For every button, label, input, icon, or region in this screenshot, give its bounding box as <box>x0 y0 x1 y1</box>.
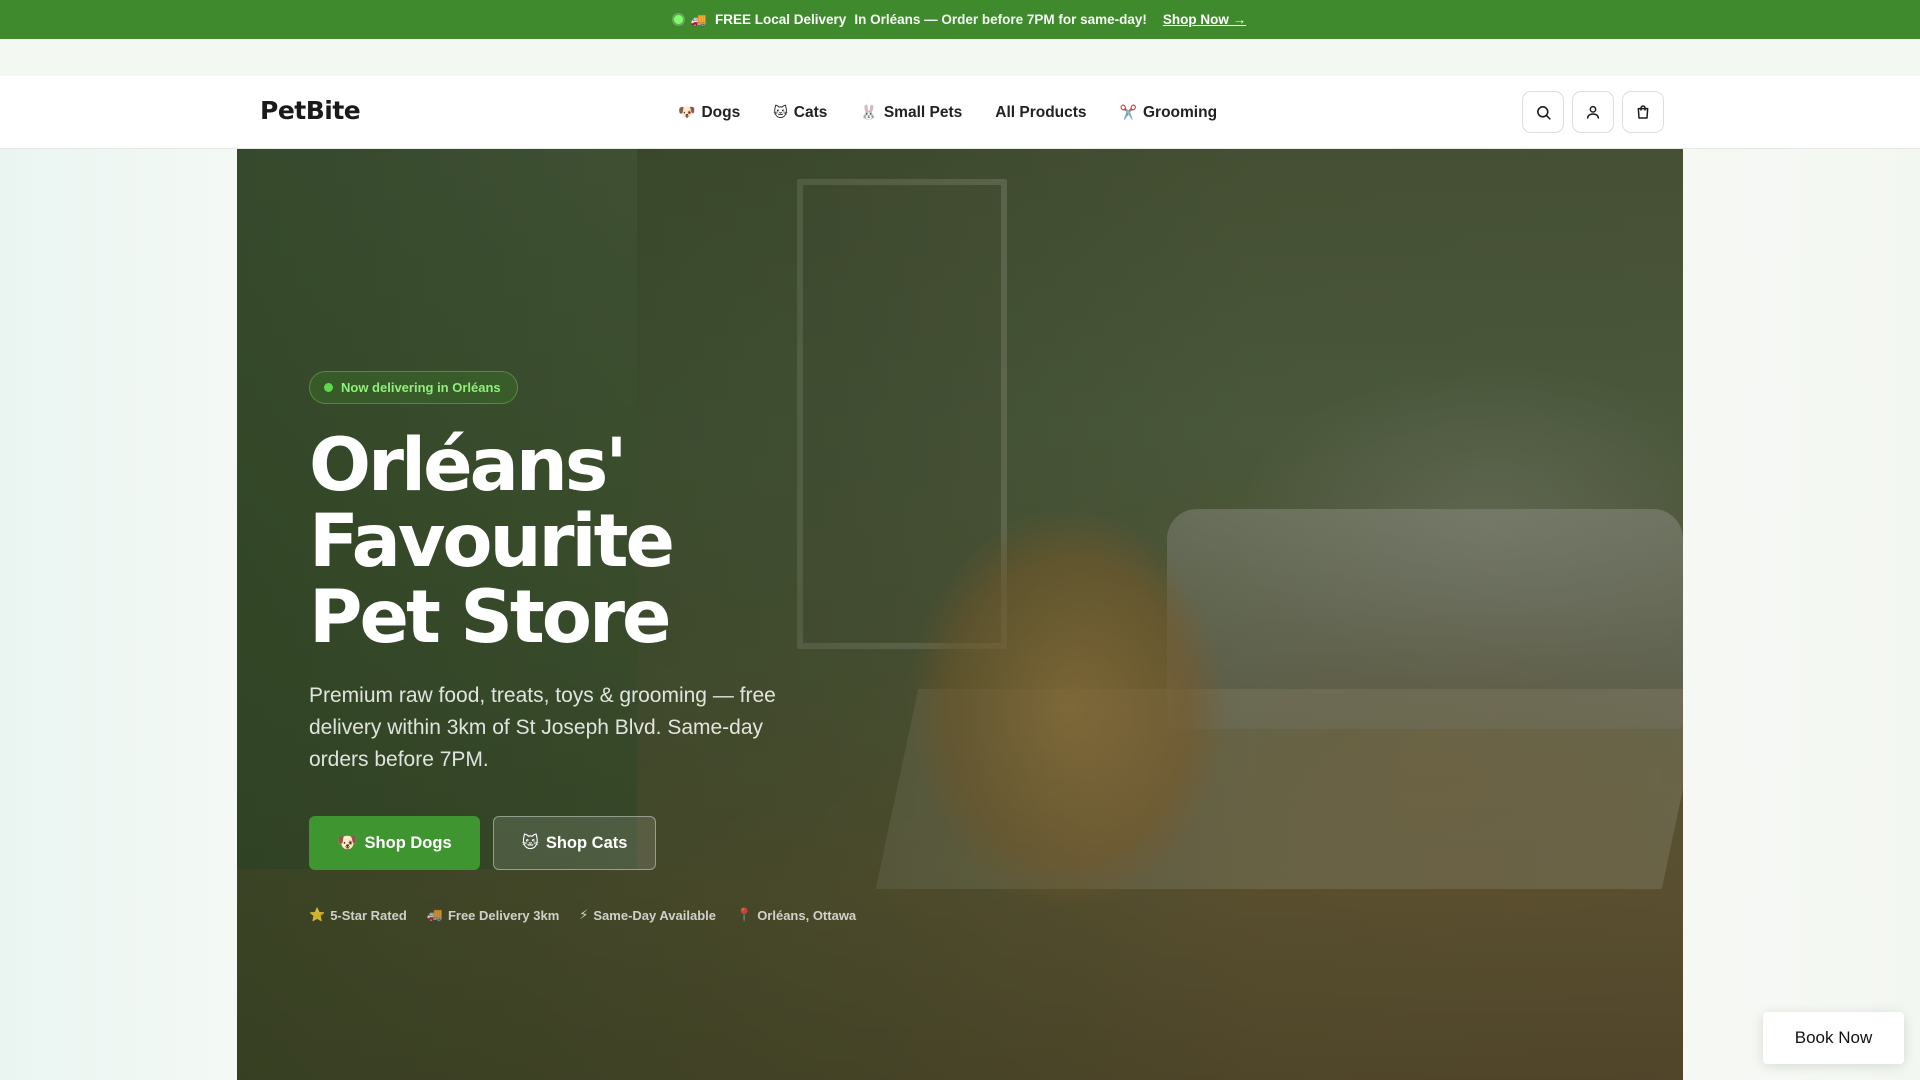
hero-subtext: Premium raw food, treats, toys & groomin… <box>309 684 776 771</box>
trust-item-same-day: ⚡ Same-Day Available <box>579 907 716 923</box>
shop-dogs-button[interactable]: 🐶 Shop Dogs <box>309 816 480 870</box>
header-spacer <box>0 39 1920 76</box>
site-logo[interactable]: PetBite <box>260 96 361 125</box>
nav-item-grooming[interactable]: ✂️ Grooming <box>1120 104 1218 122</box>
announcement-bar: 🚚 FREE Local Delivery In Orléans — Order… <box>0 0 1920 39</box>
cart-button[interactable] <box>1622 91 1664 133</box>
hero-cta-row: 🐶 Shop Dogs 🐱 Shop Cats <box>309 816 1009 870</box>
nav-item-cats[interactable]: 🐱 Cats <box>773 104 827 122</box>
button-label: Shop Dogs <box>364 833 452 852</box>
live-dot-icon <box>673 15 683 24</box>
truck-icon: 🚚 <box>426 907 443 922</box>
trust-item-delivery: 🚚 Free Delivery 3km <box>427 907 559 923</box>
star-icon: ⭐ <box>309 907 326 922</box>
nav-item-small-pets[interactable]: 🐰 Small Pets <box>860 104 962 122</box>
scissors-icon: ✂️ <box>1119 104 1137 120</box>
search-button[interactable] <box>1522 91 1564 133</box>
headline-line-2: Pet Store <box>309 575 671 660</box>
user-icon <box>1586 105 1600 119</box>
cat-icon: 🐱 <box>773 104 788 120</box>
trust-label: Same-Day Available <box>593 907 716 923</box>
lightning-icon: ⚡ <box>579 907 589 922</box>
account-button[interactable] <box>1572 91 1614 133</box>
pin-icon: 📍 <box>736 907 753 922</box>
nav-item-label: Small Pets <box>883 103 963 121</box>
dog-icon: 🐶 <box>337 833 358 852</box>
site-header: PetBite 🐶 Dogs 🐱 Cats 🐰 Small Pets All P… <box>0 76 1920 149</box>
nav-item-dogs[interactable]: 🐶 Dogs <box>678 104 740 122</box>
nav-item-label: Cats <box>793 103 828 121</box>
trust-label: Free Delivery 3km <box>447 907 560 923</box>
nav-item-label: Grooming <box>1142 103 1218 121</box>
hero-headline: Orléans' Favourite Pet Store <box>309 428 1009 656</box>
nav-item-all-products[interactable]: All Products <box>995 104 1086 122</box>
truck-icon: 🚚 <box>690 11 708 27</box>
button-label: Shop Cats <box>545 833 628 852</box>
delivery-badge: Now delivering in Orléans <box>309 371 518 404</box>
dog-icon: 🐶 <box>678 104 696 120</box>
trust-item-location: 📍 Orléans, Ottawa <box>736 907 856 923</box>
hero-section: Now delivering in Orléans Orléans' Favou… <box>237 149 1683 1080</box>
trust-row: ⭐ 5-Star Rated 🚚 Free Delivery 3km ⚡ Sam… <box>309 907 1009 923</box>
live-dot-icon <box>324 383 333 392</box>
trust-item-rating: ⭐ 5-Star Rated <box>309 907 407 923</box>
announcement-text: In Orléans — Order before 7PM for same-d… <box>854 12 1147 27</box>
announcement-shop-now-link[interactable]: Shop Now → <box>1163 12 1246 27</box>
rabbit-icon: 🐰 <box>860 104 878 120</box>
shop-cats-button[interactable]: 🐱 Shop Cats <box>492 816 657 870</box>
badge-label: Now delivering in Orléans <box>341 380 501 395</box>
announcement-highlight: FREE Local Delivery <box>715 12 847 27</box>
cat-icon: 🐱 <box>521 834 539 852</box>
cart-icon <box>1637 105 1649 119</box>
book-now-button[interactable]: Book Now <box>1763 1012 1904 1064</box>
headline-line-1: Orléans' Favourite <box>309 423 675 584</box>
hero-content: Now delivering in Orléans Orléans' Favou… <box>309 371 1009 923</box>
nav-item-label: All Products <box>995 103 1087 121</box>
main-nav: 🐶 Dogs 🐱 Cats 🐰 Small Pets All Products … <box>678 76 1217 149</box>
nav-item-label: Dogs <box>701 103 741 121</box>
trust-label: 5-Star Rated <box>330 907 407 923</box>
search-icon <box>1536 105 1551 120</box>
header-actions <box>1522 91 1664 133</box>
trust-label: Orléans, Ottawa <box>757 907 857 923</box>
